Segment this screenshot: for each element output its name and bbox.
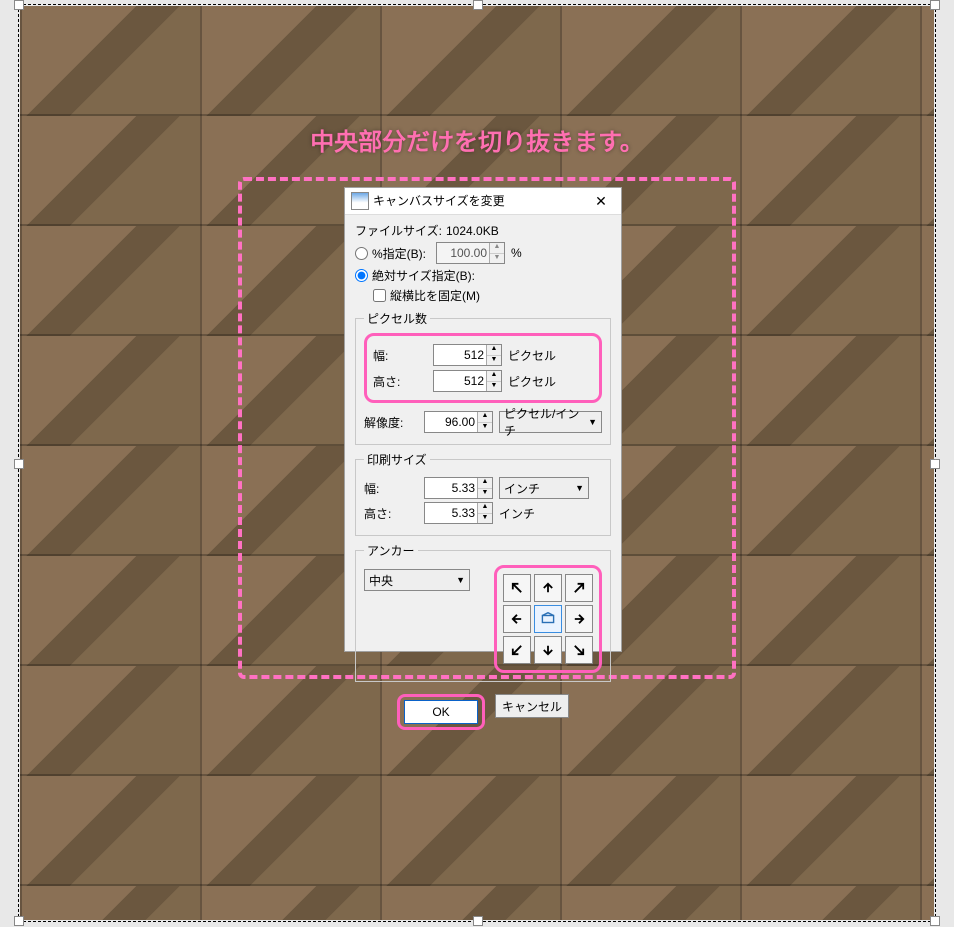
lock-ratio-label: 縦横比を固定(M) [390, 287, 480, 304]
filesize-label: ファイルサイズ: [355, 222, 442, 239]
spin-down-icon[interactable]: ▼ [478, 489, 492, 499]
absolute-mode-row: 絶対サイズ指定(B): [355, 267, 611, 284]
anchor-center[interactable] [534, 605, 562, 633]
dialog-titlebar[interactable]: キャンバスサイズを変更 ✕ [345, 188, 621, 215]
spin-up-icon[interactable]: ▲ [478, 503, 492, 514]
spin-up-icon[interactable]: ▲ [487, 371, 501, 382]
anchor-group: アンカー 中央 ▼ [355, 542, 611, 682]
filesize-row: ファイルサイズ: 1024.0KB [355, 222, 611, 239]
canvas-size-dialog: キャンバスサイズを変更 ✕ ファイルサイズ: 1024.0KB %指定(B): … [344, 187, 622, 652]
anchor-bottom-right[interactable] [565, 636, 593, 664]
width-unit: ピクセル [508, 347, 556, 364]
resize-handle[interactable] [473, 0, 483, 10]
height-input[interactable] [434, 371, 486, 391]
spin-up-icon[interactable]: ▲ [478, 412, 492, 423]
chevron-down-icon: ▼ [588, 417, 597, 427]
absolute-radio[interactable] [355, 269, 368, 282]
resize-handle[interactable] [930, 916, 940, 926]
percent-mode-row: %指定(B): ▲▼ % [355, 242, 611, 264]
height-unit: ピクセル [508, 373, 556, 390]
lock-ratio-checkbox[interactable] [373, 289, 386, 302]
print-height-spinner[interactable]: ▲▼ [424, 502, 493, 524]
pixel-group-legend: ピクセル数 [364, 310, 430, 327]
resize-handle[interactable] [14, 916, 24, 926]
anchor-left[interactable] [503, 605, 531, 633]
spin-down-icon[interactable]: ▼ [487, 356, 501, 366]
height-label: 高さ: [373, 373, 433, 390]
resize-handle[interactable] [930, 459, 940, 469]
filesize-value: 1024.0KB [446, 224, 499, 238]
print-width-unit-value: インチ [504, 480, 540, 497]
print-group-legend: 印刷サイズ [364, 451, 430, 468]
annotation-text: 中央部分だけを切り抜きます。 [0, 122, 954, 157]
percent-spinner: ▲▼ [436, 242, 505, 264]
anchor-top-left[interactable] [503, 574, 531, 602]
chevron-down-icon: ▼ [575, 483, 584, 493]
spin-down-icon[interactable]: ▼ [478, 423, 492, 433]
anchor-bottom[interactable] [534, 636, 562, 664]
print-height-input[interactable] [425, 503, 477, 523]
percent-label: %指定(B): [372, 245, 426, 262]
resolution-unit-select[interactable]: ピクセル/インチ ▼ [499, 411, 602, 433]
spin-down-icon[interactable]: ▼ [478, 514, 492, 524]
resolution-spinner[interactable]: ▲▼ [424, 411, 493, 433]
anchor-grid [494, 565, 602, 673]
resize-handle[interactable] [473, 916, 483, 926]
anchor-top[interactable] [534, 574, 562, 602]
print-width-input[interactable] [425, 478, 477, 498]
print-width-unit-select[interactable]: インチ ▼ [499, 477, 589, 499]
resolution-unit-value: ピクセル/インチ [504, 405, 582, 439]
resolution-label: 解像度: [364, 414, 424, 431]
print-height-unit: インチ [499, 505, 535, 522]
ok-highlight: OK [397, 694, 485, 730]
percent-unit: % [511, 246, 522, 260]
percent-radio[interactable] [355, 247, 368, 260]
width-input[interactable] [434, 345, 486, 365]
dialog-title: キャンバスサイズを変更 [373, 188, 581, 214]
app-icon [351, 192, 369, 210]
anchor-right[interactable] [565, 605, 593, 633]
spin-up-icon[interactable]: ▲ [478, 478, 492, 489]
lock-ratio-row: 縦横比を固定(M) [355, 287, 611, 304]
absolute-label: 絶対サイズ指定(B): [372, 267, 475, 284]
pixel-fields-highlight: 幅: ▲▼ ピクセル 高さ: ▲▼ ピクセル [364, 333, 602, 403]
resolution-input[interactable] [425, 412, 477, 432]
height-spinner[interactable]: ▲▼ [433, 370, 502, 392]
spin-down-icon[interactable]: ▼ [487, 382, 501, 392]
chevron-down-icon: ▼ [456, 575, 465, 585]
pixel-size-group: ピクセル数 幅: ▲▼ ピクセル 高さ: ▲▼ ピクセル [355, 310, 611, 445]
width-spinner[interactable]: ▲▼ [433, 344, 502, 366]
anchor-bottom-left[interactable] [503, 636, 531, 664]
spin-up-icon[interactable]: ▲ [487, 345, 501, 356]
anchor-top-right[interactable] [565, 574, 593, 602]
print-height-label: 高さ: [364, 505, 424, 522]
percent-input [437, 243, 489, 263]
resize-handle[interactable] [930, 0, 940, 10]
print-width-label: 幅: [364, 480, 424, 497]
ok-button[interactable]: OK [404, 700, 478, 724]
resize-handle[interactable] [14, 459, 24, 469]
cancel-button[interactable]: キャンセル [495, 694, 569, 718]
close-icon[interactable]: ✕ [581, 188, 621, 214]
anchor-group-legend: アンカー [364, 542, 418, 559]
width-label: 幅: [373, 347, 433, 364]
anchor-select[interactable]: 中央 ▼ [364, 569, 470, 591]
anchor-value: 中央 [369, 572, 393, 589]
print-size-group: 印刷サイズ 幅: ▲▼ インチ ▼ 高さ: ▲▼ インチ [355, 451, 611, 536]
print-width-spinner[interactable]: ▲▼ [424, 477, 493, 499]
resize-handle[interactable] [14, 0, 24, 10]
